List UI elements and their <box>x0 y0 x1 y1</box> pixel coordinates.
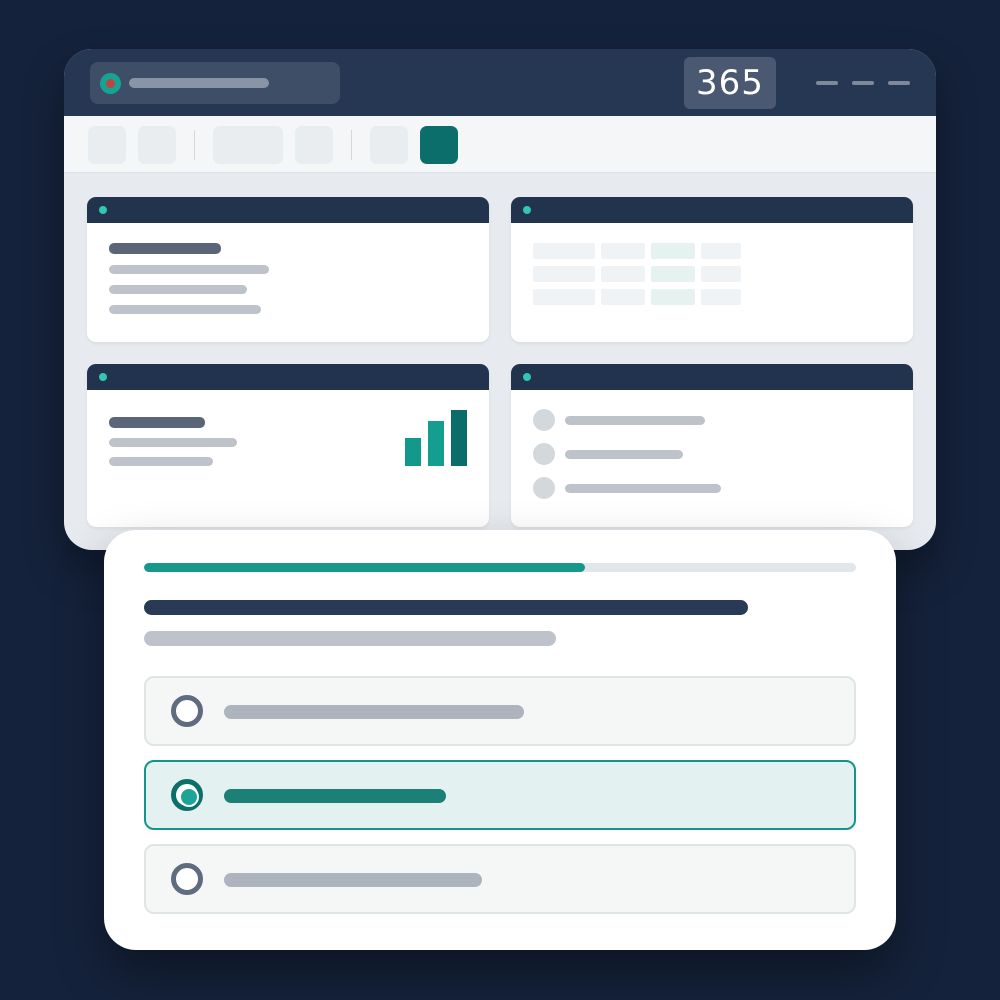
table-cell <box>651 266 695 282</box>
counter-badge: 365 <box>684 57 776 109</box>
tool-button-5[interactable] <box>370 126 408 164</box>
card-header <box>87 197 489 223</box>
table-cell <box>651 289 695 305</box>
search-icon <box>100 73 121 94</box>
table-cell <box>651 243 695 259</box>
search-input[interactable] <box>90 62 340 104</box>
list-avatar <box>533 409 555 431</box>
card-text-line <box>109 438 237 447</box>
option-label <box>224 873 482 887</box>
toolbar-divider <box>194 130 195 160</box>
status-dot-icon <box>99 373 107 381</box>
table-cell <box>533 289 595 305</box>
card-text-line <box>109 457 213 466</box>
quiz-dialog <box>104 530 896 950</box>
table-cell <box>601 243 645 259</box>
tool-button-1[interactable] <box>88 126 126 164</box>
list-avatar <box>533 477 555 499</box>
radio-button[interactable] <box>171 863 203 895</box>
table-cell <box>701 266 741 282</box>
status-dot-icon <box>99 206 107 214</box>
app-window: 365 <box>64 49 936 550</box>
text-card <box>87 197 489 342</box>
answer-option-2[interactable] <box>144 760 856 830</box>
tool-button-3[interactable] <box>213 126 283 164</box>
table-cell <box>601 266 645 282</box>
radio-button[interactable] <box>171 695 203 727</box>
table-cell <box>533 266 595 282</box>
card-header <box>87 364 489 390</box>
status-dot-icon <box>523 206 531 214</box>
chart-bar <box>405 438 421 466</box>
progress-fill <box>144 563 586 572</box>
list-card <box>511 364 913 527</box>
list-item-line <box>565 416 705 425</box>
table-card <box>511 197 913 342</box>
chart-card <box>87 364 489 527</box>
chart-bar <box>428 421 444 466</box>
close-icon[interactable] <box>888 81 910 85</box>
card-title-line <box>109 243 221 254</box>
answer-option-1[interactable] <box>144 676 856 746</box>
card-title-line <box>109 417 205 428</box>
title-bar: 365 <box>64 49 936 116</box>
chart-bar <box>451 410 467 466</box>
tool-button-6[interactable] <box>420 126 458 164</box>
mini-bar-chart <box>405 410 467 466</box>
list-avatar <box>533 443 555 465</box>
maximize-icon[interactable] <box>852 81 874 85</box>
option-label <box>224 705 524 719</box>
table-cell <box>601 289 645 305</box>
card-text-line <box>109 285 247 294</box>
list-item-line <box>565 450 683 459</box>
card-text-line <box>109 265 269 274</box>
card-header <box>511 197 913 223</box>
status-dot-icon <box>523 373 531 381</box>
search-placeholder <box>129 78 269 88</box>
table-cell <box>533 243 595 259</box>
card-header <box>511 364 913 390</box>
table-cell <box>701 289 741 305</box>
tool-button-4[interactable] <box>295 126 333 164</box>
list-item-line <box>565 484 721 493</box>
option-label <box>224 789 446 803</box>
minimize-icon[interactable] <box>816 81 838 85</box>
question-title <box>144 600 748 615</box>
tool-button-2[interactable] <box>138 126 176 164</box>
radio-button[interactable] <box>171 779 203 811</box>
table-cell <box>701 243 741 259</box>
card-text-line <box>109 305 261 314</box>
answer-option-3[interactable] <box>144 844 856 914</box>
progress-bar <box>144 563 856 572</box>
toolbar <box>64 116 936 173</box>
toolbar-divider <box>351 130 352 160</box>
question-subtitle <box>144 631 556 646</box>
